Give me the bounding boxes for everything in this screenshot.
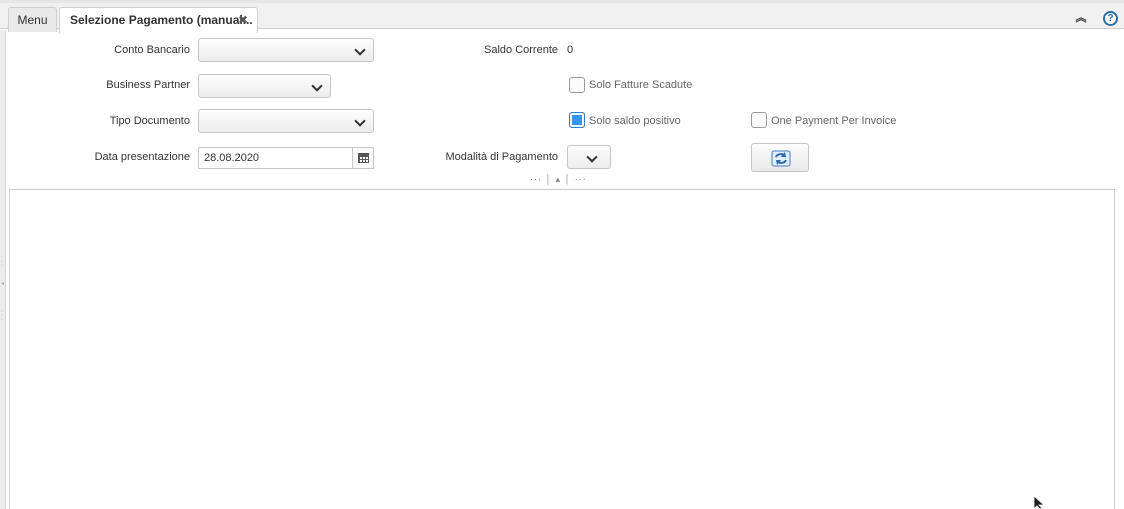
one-payment-label: One Payment Per Invoice: [771, 115, 897, 127]
bank-account-select[interactable]: [198, 38, 374, 62]
business-partner-label: Business Partner: [106, 79, 190, 91]
west-panel-splitter[interactable]: · · · ◂ · · ·: [0, 30, 6, 509]
help-icon[interactable]: ?: [1103, 11, 1118, 26]
pay-date-field: [198, 147, 374, 169]
tab-payment-selection[interactable]: Selezione Pagamento (manual... ✖: [59, 7, 258, 33]
bank-account-label: Conto Bancario: [114, 44, 190, 56]
double-chevron-up-icon[interactable]: ︽: [1074, 11, 1088, 25]
refresh-icon: [771, 150, 791, 167]
tab-menu[interactable]: Menu: [8, 7, 57, 32]
current-balance-value: 0: [567, 44, 574, 56]
chevron-down-icon: [354, 44, 366, 56]
north-splitter-handle[interactable]: ··· │ ▴ │ ···: [530, 174, 587, 185]
close-icon[interactable]: ✖: [238, 8, 248, 32]
one-payment-checkbox[interactable]: [751, 112, 767, 128]
calendar-button[interactable]: [352, 148, 373, 168]
only-positive-label: Solo saldo positivo: [589, 115, 681, 127]
tab-bar: Menu Selezione Pagamento (manual... ✖ ︽ …: [0, 0, 1124, 33]
expand-left-icon[interactable]: ◂: [1, 281, 4, 287]
only-overdue-checkbox[interactable]: [569, 77, 585, 93]
only-positive-checkbox[interactable]: [569, 112, 585, 128]
only-overdue-label: Solo Fatture Scadute: [589, 79, 693, 91]
pay-date-label: Data presentazione: [94, 151, 190, 163]
payment-rule-label: Modalità di Pagamento: [445, 151, 558, 163]
business-partner-select[interactable]: [198, 74, 331, 98]
chevron-down-icon: [586, 151, 598, 163]
doc-type-label: Tipo Documento: [109, 115, 190, 127]
grip-icon: · · ·: [1, 308, 4, 323]
mouse-cursor-icon: [1033, 496, 1046, 509]
refresh-button[interactable]: [751, 143, 809, 172]
grip-icon: · · ·: [1, 254, 4, 269]
doc-type-select[interactable]: [198, 109, 374, 133]
chevron-down-icon: [311, 80, 323, 92]
payment-rule-select[interactable]: [567, 145, 611, 169]
results-grid[interactable]: [9, 189, 1115, 509]
chevron-down-icon: [354, 115, 366, 127]
tab-label: Selezione Pagamento (manual...: [70, 13, 253, 27]
current-balance-label: Saldo Corrente: [484, 44, 558, 56]
calendar-icon: [358, 153, 369, 163]
pay-date-input[interactable]: [199, 148, 353, 168]
